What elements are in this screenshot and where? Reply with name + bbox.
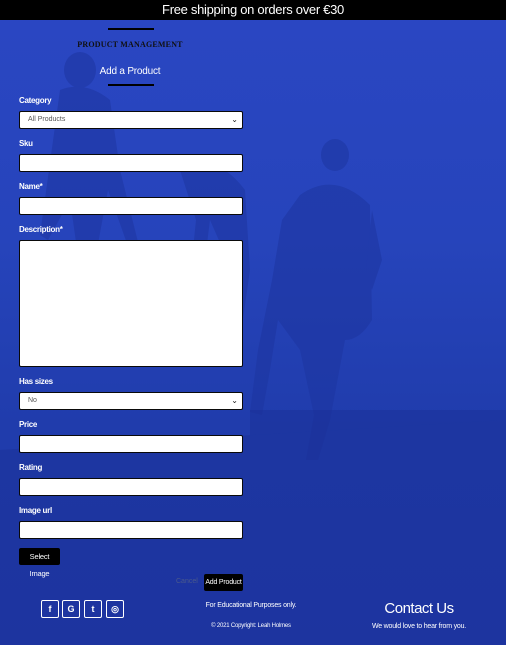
- google-icon[interactable]: G: [62, 600, 80, 618]
- footer-copyright: © 2021 Copyright: Leah Holmes: [211, 623, 291, 629]
- sku-input[interactable]: [19, 154, 243, 172]
- description-textarea[interactable]: [19, 240, 243, 367]
- facebook-icon[interactable]: f: [41, 600, 59, 618]
- add-product-button[interactable]: Add Product: [204, 574, 243, 591]
- has-sizes-selected-value: No: [28, 397, 37, 404]
- image-url-label: Image url: [19, 506, 52, 515]
- page-subtitle: Add a Product: [99, 66, 161, 77]
- chevron-down-icon: ⌄: [231, 115, 238, 124]
- contact-title: Contact Us: [384, 600, 454, 617]
- image-url-input[interactable]: [19, 521, 243, 539]
- price-label: Price: [19, 420, 38, 429]
- rating-label: Rating: [19, 463, 43, 472]
- rating-input[interactable]: [19, 478, 243, 496]
- category-label: Category: [19, 96, 52, 105]
- cancel-link[interactable]: Cancel: [176, 578, 198, 585]
- category-selected-value: All Products: [28, 116, 66, 123]
- description-label: Description*: [19, 225, 63, 234]
- has-sizes-label: Has sizes: [19, 377, 53, 386]
- heading-top-divider: [108, 28, 154, 30]
- heading-bottom-divider: [108, 84, 154, 86]
- category-select[interactable]: All Products ⌄: [19, 111, 243, 129]
- twitter-icon[interactable]: t: [84, 600, 102, 618]
- name-input[interactable]: [19, 197, 243, 215]
- page-title: PRODUCT MANAGEMENT: [77, 40, 183, 49]
- contact-text: We would love to hear from you.: [371, 623, 467, 630]
- price-input[interactable]: [19, 435, 243, 453]
- sku-label: Sku: [19, 139, 33, 148]
- instagram-icon[interactable]: ◎: [106, 600, 124, 618]
- name-label: Name*: [19, 182, 43, 191]
- select-image-button[interactable]: Select Image: [19, 548, 60, 578]
- has-sizes-select[interactable]: No ⌄: [19, 392, 243, 410]
- footer-disclaimer: For Educational Purposes only.: [205, 602, 297, 609]
- free-shipping-banner: Free shipping on orders over €30: [0, 0, 506, 20]
- chevron-down-icon: ⌄: [231, 396, 238, 405]
